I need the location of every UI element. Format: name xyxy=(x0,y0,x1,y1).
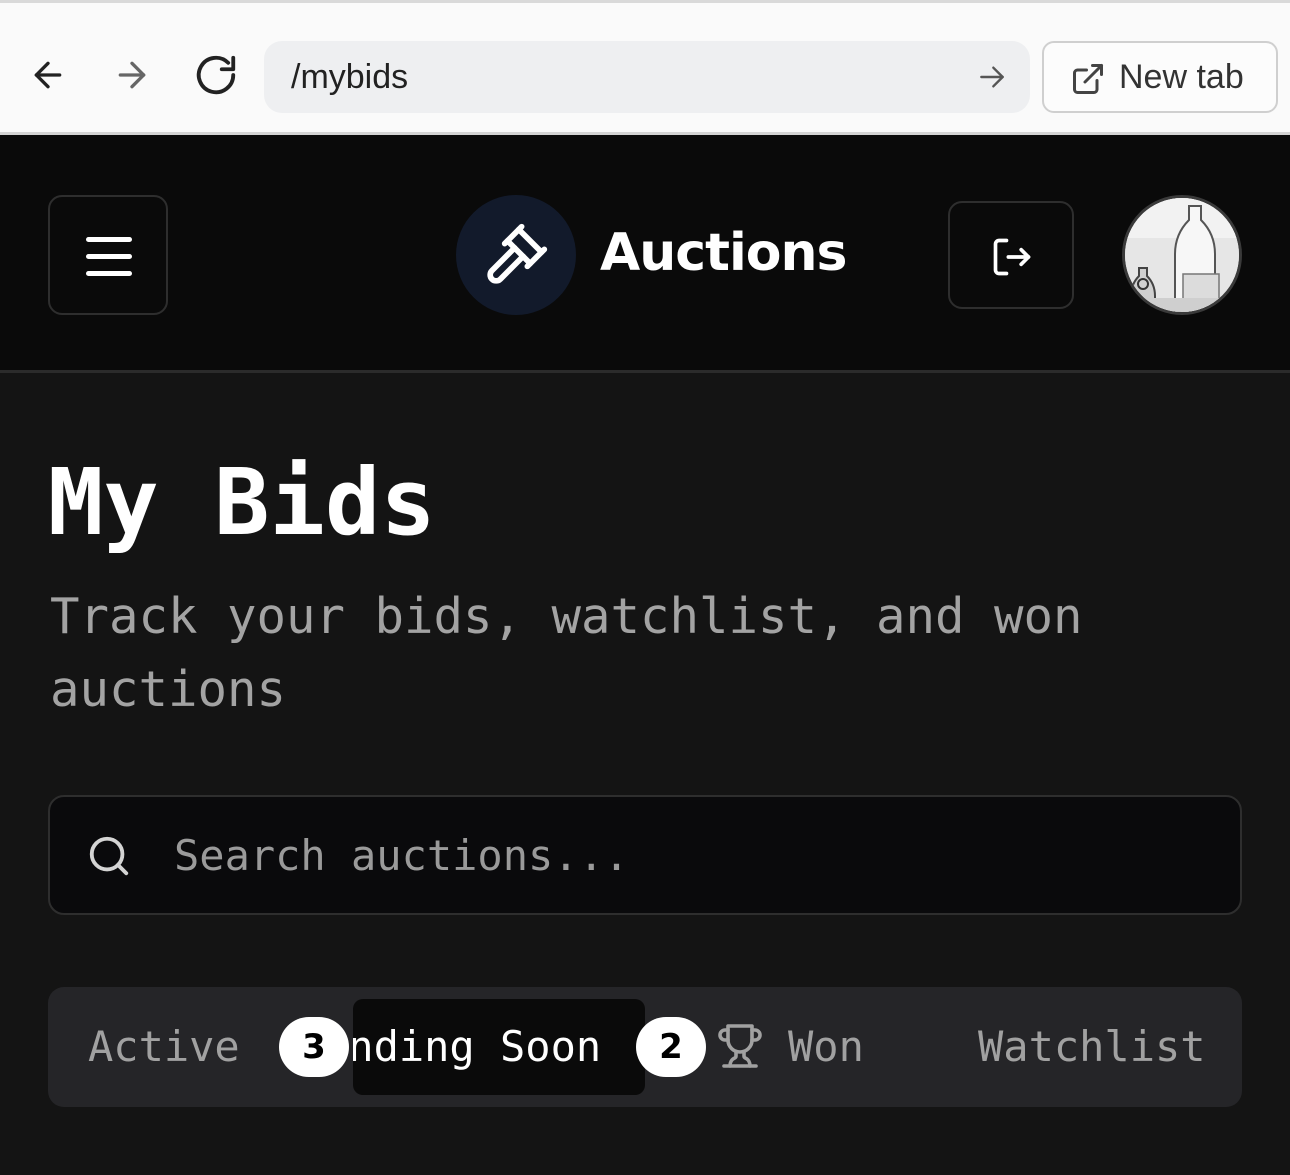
tab-active[interactable]: Active xyxy=(88,999,240,1095)
search-input[interactable] xyxy=(172,817,1212,893)
search-icon xyxy=(89,836,129,876)
reload-button[interactable] xyxy=(186,45,246,105)
menu-button[interactable] xyxy=(48,195,168,315)
back-button[interactable] xyxy=(18,45,78,105)
forward-button[interactable] xyxy=(102,45,162,105)
app-header: Auctions xyxy=(0,135,1290,373)
external-link-icon xyxy=(1073,64,1103,94)
page-title: My Bids xyxy=(48,449,436,556)
arrow-right-icon xyxy=(118,61,146,89)
go-arrow-icon xyxy=(980,66,1004,88)
logo[interactable] xyxy=(456,195,576,315)
ending-soon-count-badge: 2 xyxy=(636,1017,706,1077)
reload-icon xyxy=(196,55,236,95)
brand-name[interactable]: Auctions xyxy=(600,217,847,289)
gavel-icon xyxy=(487,223,548,284)
url-text: /mybids xyxy=(291,58,409,96)
page-subtitle: Track your bids, watchlist, and won auct… xyxy=(50,588,1083,718)
tab-ending-soon[interactable]: Ending Soon xyxy=(353,999,645,1095)
arrow-left-icon xyxy=(34,61,62,89)
avatar-image xyxy=(1125,198,1239,312)
browser-toolbar: /mybids New tab xyxy=(0,0,1290,135)
new-tab-button[interactable]: New tab xyxy=(1042,41,1278,113)
logout-icon xyxy=(993,238,1031,276)
tab-won[interactable]: Won xyxy=(788,999,864,1095)
logout-button[interactable] xyxy=(948,201,1074,309)
search-box[interactable] xyxy=(48,795,1242,915)
active-count-badge: 3 xyxy=(279,1017,349,1077)
trophy-icon xyxy=(718,1024,762,1068)
avatar[interactable] xyxy=(1122,195,1242,315)
address-bar[interactable]: /mybids xyxy=(264,41,1030,113)
new-tab-label: New tab xyxy=(1119,58,1244,96)
tab-watchlist[interactable]: Watchlist xyxy=(978,999,1206,1095)
